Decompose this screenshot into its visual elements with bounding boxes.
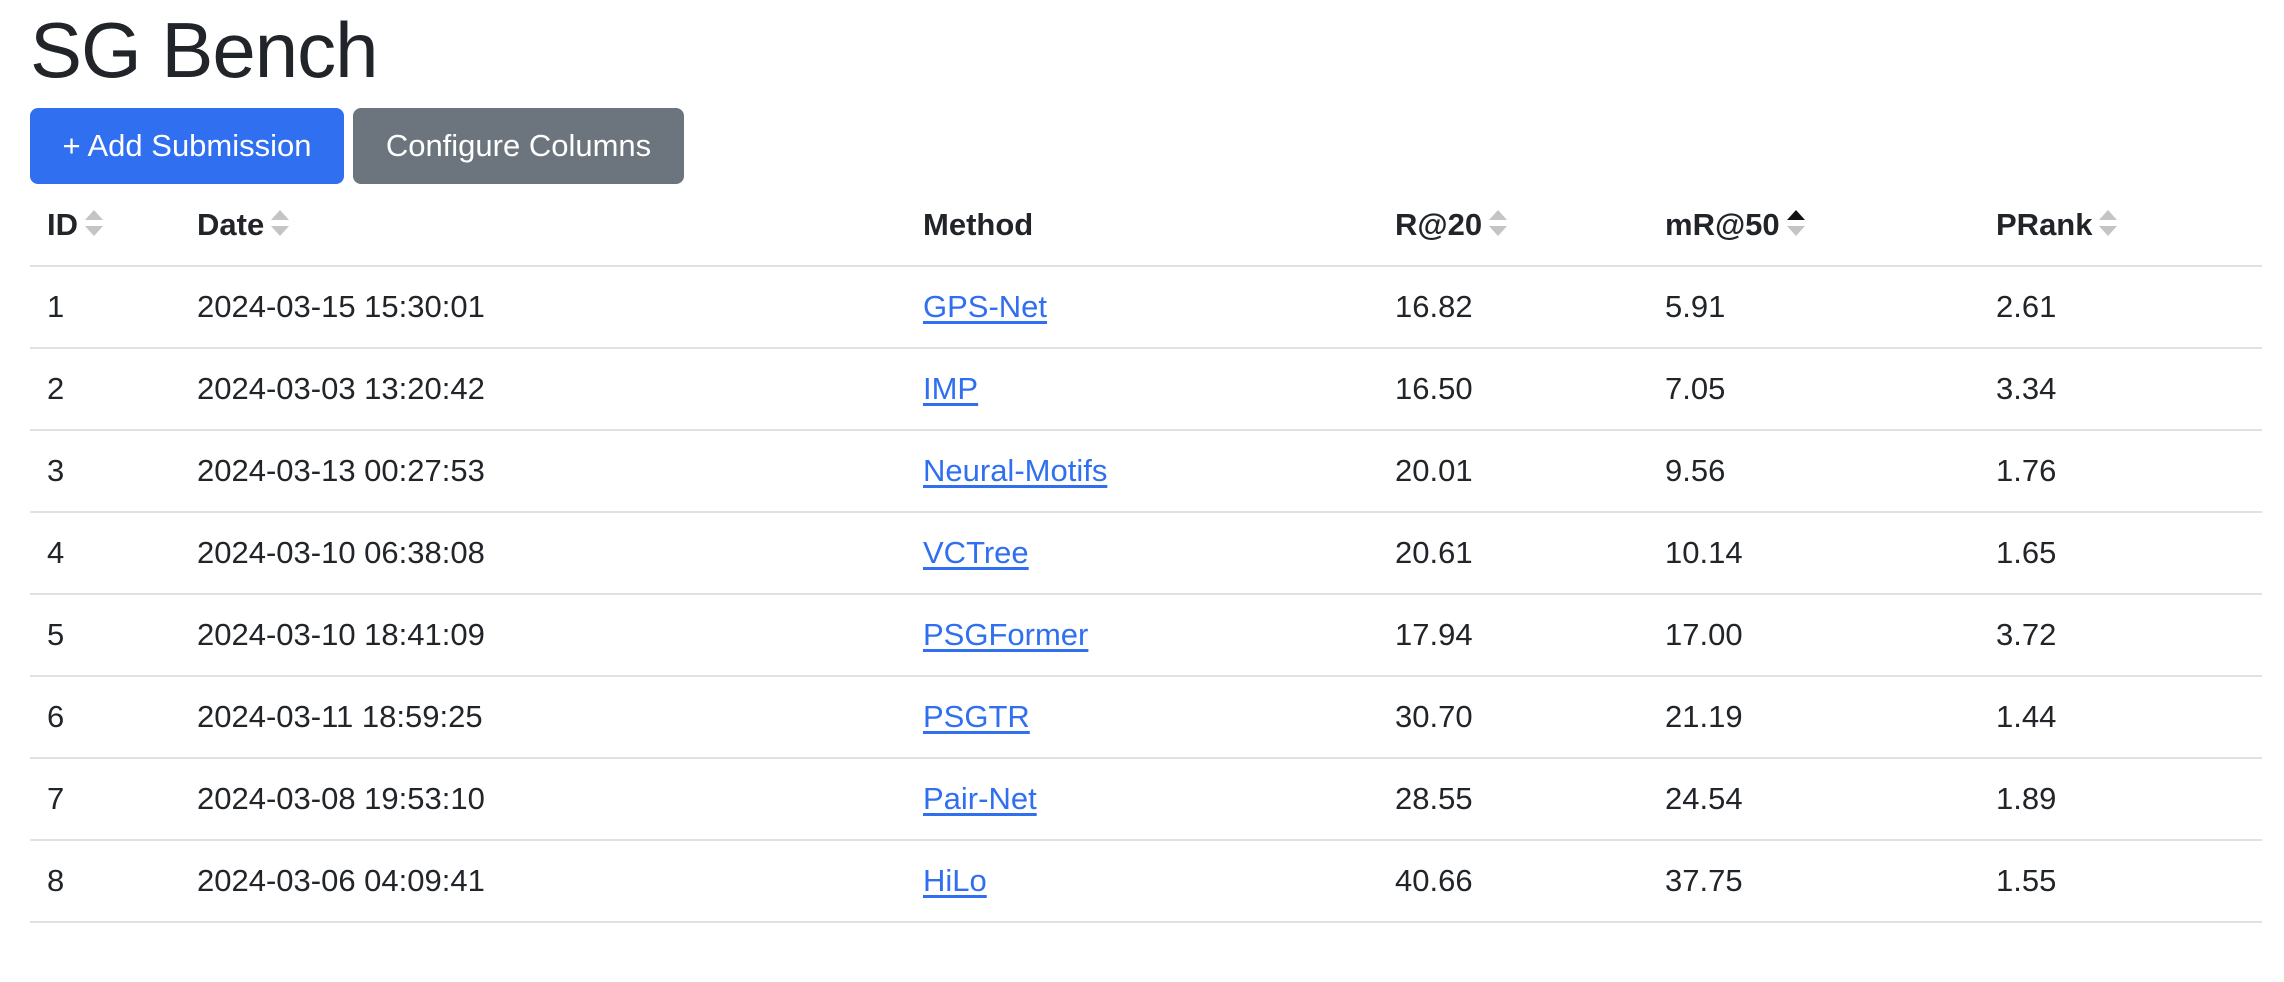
column-header-label: mR@50 [1665,206,1780,242]
column-header-label: Method [923,206,1034,242]
cell-r20: 40.66 [1378,840,1648,923]
column-header-mr50[interactable]: mR@50 [1648,184,1979,267]
sort-icon[interactable] [2098,208,2118,238]
method-link[interactable]: IMP [923,371,978,406]
cell-date: 2024-03-03 13:20:42 [180,348,906,431]
column-header-label: PRank [1996,206,2093,242]
column-header-r20[interactable]: R@20 [1378,184,1648,267]
cell-id: 5 [30,594,180,677]
cell-method: PSGFormer [906,594,1378,677]
cell-prank: 1.44 [1979,676,2262,759]
cell-mr50: 5.91 [1648,266,1979,349]
cell-mr50: 9.56 [1648,430,1979,513]
cell-prank: 2.61 [1979,266,2262,349]
column-header-label: R@20 [1395,206,1483,242]
table-row: 2 2024-03-03 13:20:42 IMP 16.50 7.05 3.3… [30,348,2262,431]
cell-mr50: 24.54 [1648,758,1979,841]
cell-r20: 20.61 [1378,512,1648,595]
cell-mr50: 17.00 [1648,594,1979,677]
cell-method: GPS-Net [906,266,1378,349]
cell-prank: 1.89 [1979,758,2262,841]
method-link[interactable]: GPS-Net [923,289,1047,324]
column-header-prank[interactable]: PRank [1979,184,2262,267]
toolbar: + Add Submission Configure Columns [30,108,684,184]
table-row: 4 2024-03-10 06:38:08 VCTree 20.61 10.14… [30,512,2262,595]
method-link[interactable]: Pair-Net [923,781,1037,816]
method-link[interactable]: PSGTR [923,699,1030,734]
cell-id: 1 [30,266,180,349]
cell-id: 6 [30,676,180,759]
cell-prank: 1.65 [1979,512,2262,595]
cell-method: VCTree [906,512,1378,595]
table-row: 3 2024-03-13 00:27:53 Neural-Motifs 20.0… [30,430,2262,513]
cell-date: 2024-03-08 19:53:10 [180,758,906,841]
cell-r20: 28.55 [1378,758,1648,841]
add-submission-button[interactable]: + Add Submission [30,108,344,184]
cell-r20: 16.50 [1378,348,1648,431]
table-row: 5 2024-03-10 18:41:09 PSGFormer 17.94 17… [30,594,2262,677]
cell-r20: 20.01 [1378,430,1648,513]
method-link[interactable]: Neural-Motifs [923,453,1107,488]
column-header-method: Method [906,184,1378,267]
cell-prank: 1.55 [1979,840,2262,923]
column-header-label: ID [47,206,78,242]
cell-prank: 3.72 [1979,594,2262,677]
column-header-id[interactable]: ID [30,184,180,267]
cell-r20: 30.70 [1378,676,1648,759]
cell-method: HiLo [906,840,1378,923]
table-header-row: ID Date Method R@20 mR@50 PRank [30,184,2262,267]
cell-mr50: 7.05 [1648,348,1979,431]
table-row: 8 2024-03-06 04:09:41 HiLo 40.66 37.75 1… [30,840,2262,923]
sort-ascending-icon[interactable] [1786,208,1806,238]
results-table: ID Date Method R@20 mR@50 PRank 1 2024-0… [30,184,2262,923]
cell-r20: 17.94 [1378,594,1648,677]
page-title: SG Bench [30,6,379,94]
column-header-label: Date [197,206,265,242]
cell-prank: 1.76 [1979,430,2262,513]
cell-date: 2024-03-15 15:30:01 [180,266,906,349]
method-link[interactable]: HiLo [923,863,987,898]
table-row: 7 2024-03-08 19:53:10 Pair-Net 28.55 24.… [30,758,2262,841]
cell-method: Neural-Motifs [906,430,1378,513]
cell-date: 2024-03-06 04:09:41 [180,840,906,923]
cell-date: 2024-03-11 18:59:25 [180,676,906,759]
cell-date: 2024-03-10 06:38:08 [180,512,906,595]
cell-prank: 3.34 [1979,348,2262,431]
cell-mr50: 21.19 [1648,676,1979,759]
configure-columns-button[interactable]: Configure Columns [353,108,684,184]
cell-mr50: 37.75 [1648,840,1979,923]
cell-date: 2024-03-13 00:27:53 [180,430,906,513]
cell-date: 2024-03-10 18:41:09 [180,594,906,677]
cell-id: 7 [30,758,180,841]
sort-icon[interactable] [1488,208,1508,238]
method-link[interactable]: VCTree [923,535,1029,570]
cell-id: 2 [30,348,180,431]
sort-icon[interactable] [270,208,290,238]
cell-mr50: 10.14 [1648,512,1979,595]
cell-method: Pair-Net [906,758,1378,841]
table-row: 1 2024-03-15 15:30:01 GPS-Net 16.82 5.91… [30,266,2262,349]
cell-id: 8 [30,840,180,923]
table-row: 6 2024-03-11 18:59:25 PSGTR 30.70 21.19 … [30,676,2262,759]
cell-id: 4 [30,512,180,595]
sort-icon[interactable] [84,208,104,238]
column-header-date[interactable]: Date [180,184,906,267]
cell-method: IMP [906,348,1378,431]
method-link[interactable]: PSGFormer [923,617,1088,652]
cell-id: 3 [30,430,180,513]
cell-r20: 16.82 [1378,266,1648,349]
cell-method: PSGTR [906,676,1378,759]
